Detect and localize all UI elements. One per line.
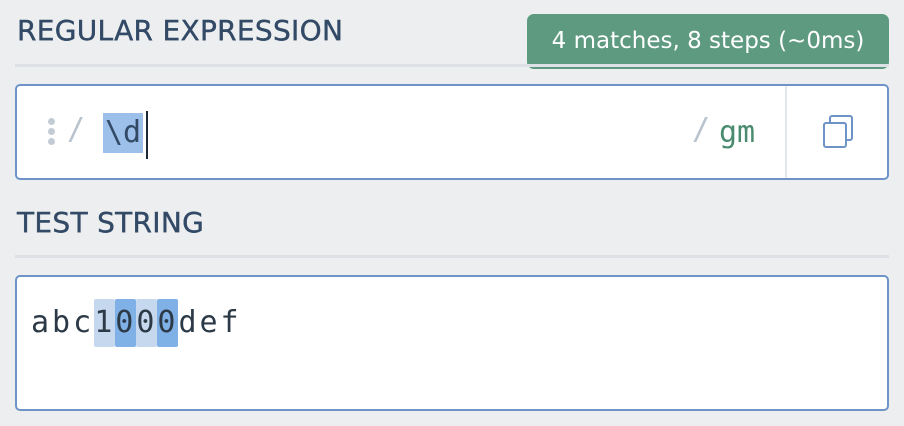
regex-flags-button[interactable]: gm <box>719 113 755 153</box>
match-info-badge: 4 matches, 8 steps (~0ms) <box>527 14 889 69</box>
copy-icon <box>823 115 853 148</box>
regex-open-delimiter: / <box>67 112 86 147</box>
match-highlight: 0 <box>157 299 179 347</box>
text-caret <box>146 111 148 159</box>
flavor-menu-dots-icon[interactable] <box>48 118 56 148</box>
match-highlight: 0 <box>136 299 158 347</box>
test-text-prefix: abc <box>31 305 95 340</box>
test-string-section-title: TEST STRING <box>17 206 205 239</box>
test-string-input[interactable]: abc1000def <box>15 275 889 411</box>
test-string-text[interactable]: abc1000def <box>31 299 242 347</box>
match-highlight: 1 <box>94 299 116 347</box>
section-divider <box>15 64 889 67</box>
test-text-suffix: def <box>178 305 242 340</box>
regex-pattern-text[interactable]: \d <box>103 113 144 153</box>
match-highlight: 0 <box>115 299 137 347</box>
regex-section-title: REGULAR EXPRESSION <box>17 14 344 47</box>
regex-input[interactable]: / \d / gm <box>15 84 889 180</box>
regex-close-delimiter: / <box>692 112 711 147</box>
section-divider <box>15 255 889 258</box>
copy-button[interactable] <box>787 86 887 178</box>
